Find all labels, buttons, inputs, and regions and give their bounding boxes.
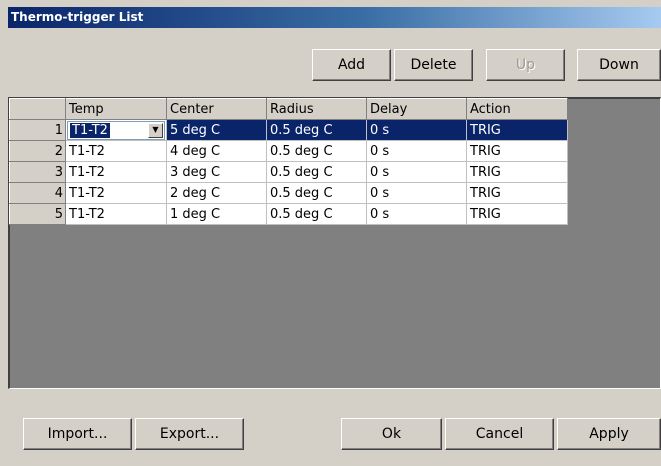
delay-cell[interactable]: 0 s bbox=[366, 140, 467, 162]
column-header-radius[interactable]: Radius bbox=[266, 98, 367, 120]
action-cell[interactable]: TRIG bbox=[466, 119, 568, 141]
radius-cell[interactable]: 0.5 deg C bbox=[266, 161, 367, 183]
radius-cell[interactable]: 0.5 deg C bbox=[266, 203, 367, 225]
ok-button[interactable]: Ok bbox=[341, 418, 442, 450]
column-header-center[interactable]: Center bbox=[166, 98, 267, 120]
import-button[interactable]: Import... bbox=[23, 418, 132, 450]
row-number[interactable]: 3 bbox=[9, 161, 66, 183]
center-cell[interactable]: 5 deg C bbox=[166, 119, 267, 141]
temp-cell[interactable]: T1-T2 ▼ bbox=[65, 119, 167, 141]
delay-cell[interactable]: 0 s bbox=[366, 161, 467, 183]
temp-cell[interactable]: T1-T2 bbox=[65, 140, 167, 162]
row-number[interactable]: 5 bbox=[9, 203, 66, 225]
apply-button[interactable]: Apply bbox=[557, 418, 661, 450]
trigger-grid: Temp Center Radius Delay Action 1 T1-T2 … bbox=[9, 98, 568, 225]
table-row[interactable]: 1 T1-T2 ▼ 5 deg C 0.5 deg C 0 s TRIG bbox=[9, 119, 568, 141]
row-number[interactable]: 2 bbox=[9, 140, 66, 162]
radius-cell[interactable]: 0.5 deg C bbox=[266, 119, 367, 141]
table-row[interactable]: 2 T1-T2 4 deg C 0.5 deg C 0 s TRIG bbox=[9, 140, 568, 162]
radius-cell[interactable]: 0.5 deg C bbox=[266, 182, 367, 204]
window-title: Thermo-trigger List bbox=[11, 10, 144, 24]
window-title-bar[interactable]: Thermo-trigger List bbox=[8, 7, 661, 28]
column-header-temp[interactable]: Temp bbox=[65, 98, 167, 120]
column-header-action[interactable]: Action bbox=[466, 98, 568, 120]
action-cell[interactable]: TRIG bbox=[466, 182, 568, 204]
action-cell[interactable]: TRIG bbox=[466, 203, 568, 225]
temp-combobox-value[interactable]: T1-T2 bbox=[70, 122, 110, 138]
delay-cell[interactable]: 0 s bbox=[366, 203, 467, 225]
action-cell[interactable]: TRIG bbox=[466, 161, 568, 183]
add-button[interactable]: Add bbox=[312, 49, 391, 81]
up-button[interactable]: Up bbox=[486, 49, 565, 81]
temp-cell[interactable]: T1-T2 bbox=[65, 203, 167, 225]
center-cell[interactable]: 3 deg C bbox=[166, 161, 267, 183]
cancel-button[interactable]: Cancel bbox=[445, 418, 554, 450]
thermo-trigger-window: Thermo-trigger List Add Delete Up Down T… bbox=[0, 0, 661, 466]
export-button[interactable]: Export... bbox=[135, 418, 244, 450]
grid-corner-header bbox=[9, 98, 66, 120]
chevron-down-icon[interactable]: ▼ bbox=[148, 122, 163, 138]
row-number[interactable]: 1 bbox=[9, 119, 66, 141]
table-row[interactable]: 5 T1-T2 1 deg C 0.5 deg C 0 s TRIG bbox=[9, 203, 568, 225]
down-button[interactable]: Down bbox=[577, 49, 661, 81]
table-row[interactable]: 4 T1-T2 2 deg C 0.5 deg C 0 s TRIG bbox=[9, 182, 568, 204]
temp-cell[interactable]: T1-T2 bbox=[65, 182, 167, 204]
temp-combobox[interactable]: T1-T2 ▼ bbox=[67, 120, 165, 140]
center-cell[interactable]: 1 deg C bbox=[166, 203, 267, 225]
delay-cell[interactable]: 0 s bbox=[366, 182, 467, 204]
action-cell[interactable]: TRIG bbox=[466, 140, 568, 162]
center-cell[interactable]: 4 deg C bbox=[166, 140, 267, 162]
delete-button[interactable]: Delete bbox=[394, 49, 473, 81]
temp-cell[interactable]: T1-T2 bbox=[65, 161, 167, 183]
delay-cell[interactable]: 0 s bbox=[366, 119, 467, 141]
grid-header-row: Temp Center Radius Delay Action bbox=[9, 98, 568, 120]
radius-cell[interactable]: 0.5 deg C bbox=[266, 140, 367, 162]
table-row[interactable]: 3 T1-T2 3 deg C 0.5 deg C 0 s TRIG bbox=[9, 161, 568, 183]
center-cell[interactable]: 2 deg C bbox=[166, 182, 267, 204]
column-header-delay[interactable]: Delay bbox=[366, 98, 467, 120]
row-number[interactable]: 4 bbox=[9, 182, 66, 204]
